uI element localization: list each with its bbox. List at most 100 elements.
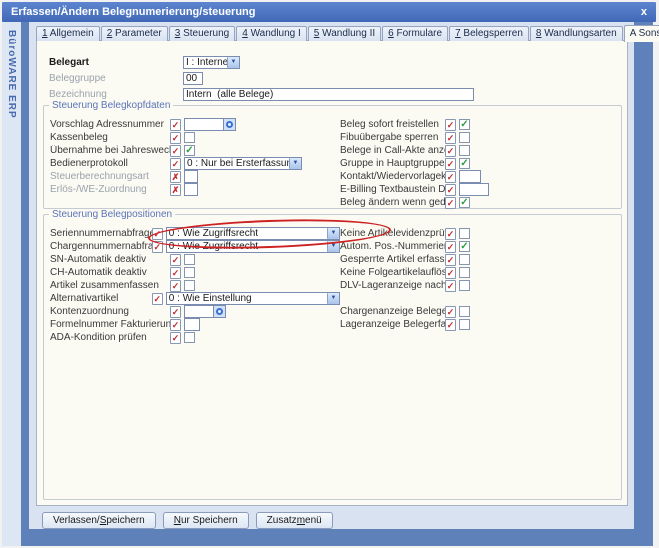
field-row-gesperrte-artikel: Gesperrte Artikel erfassbar ✓ [340,253,621,266]
checkbox[interactable] [459,228,470,239]
doc-check-icon[interactable]: ✓ [445,145,456,157]
chevron-down-icon[interactable]: ▼ [327,293,339,304]
alternativartikel-dropdown[interactable]: 0 : Wie Einstellung ▼ [166,292,340,305]
doc-check-icon[interactable]: ✓ [445,241,456,253]
bedienerprotokoll-dropdown[interactable]: 0 : Nur bei Ersterfassung/Änderung ▼ [184,157,302,170]
doc-check-icon[interactable]: ✓ [445,132,456,144]
doc-check-icon[interactable]: ✓ [152,241,163,253]
window-title: Erfassen/Ändern Belegnumerierung/steueru… [11,6,256,18]
checkbox[interactable]: ✓ [459,241,470,252]
lookup-icon[interactable] [214,305,226,318]
doc-check-icon[interactable]: ✓ [170,158,181,170]
field-label: Autom. Pos.-Nummerierung [340,241,445,252]
kontenzuordnung-input[interactable] [184,305,214,318]
tab-allgemein[interactable]: 1 Allgemein [36,26,100,41]
lookup-icon[interactable] [224,118,236,131]
chevron-down-icon[interactable]: ▼ [227,57,239,68]
checkbox[interactable] [459,306,470,317]
tab-formulare[interactable]: 6 Formulare [382,26,448,41]
erloes-we-input[interactable] [184,183,198,196]
field-label: ADA-Kondition prüfen [50,332,170,343]
doc-check-icon[interactable]: ✓ [445,319,456,331]
doc-check-icon[interactable]: ✓ [445,267,456,279]
doc-check-icon[interactable]: ✓ [170,319,181,331]
nur-speichern-button[interactable]: Nur Speichern [163,512,249,529]
doc-check-icon[interactable]: ✓ [170,332,181,344]
tab-sonstige[interactable]: A Sonstige [624,25,659,42]
checkbox[interactable] [459,132,470,143]
row-spacer [340,292,621,305]
doc-check-icon[interactable]: ✓ [445,184,456,196]
chevron-down-icon[interactable]: ▼ [327,228,339,239]
checkbox[interactable] [184,332,195,343]
bezeichnung-input[interactable] [183,88,474,101]
close-icon[interactable]: x [641,7,647,18]
checkbox[interactable]: ✓ [459,158,470,169]
checkbox[interactable] [184,132,195,143]
tab-wandlung-2[interactable]: 5 Wandlung II [308,26,381,41]
doc-check-icon[interactable]: ✓ [170,254,181,266]
dropdown-value: I : Interner [184,57,227,68]
checkbox[interactable]: ✓ [184,145,195,156]
checkbox[interactable] [459,254,470,265]
zusatzmenu-button[interactable]: Zusatzmenü [256,512,333,529]
tab-wandlungsarten[interactable]: 8 Wandlungsarten [530,26,623,41]
kontakt-kategorie-input[interactable] [459,170,481,183]
chevron-down-icon[interactable]: ▼ [327,241,339,252]
doc-check-icon[interactable]: ✓ [445,306,456,318]
chevron-down-icon[interactable]: ▼ [289,158,301,169]
adressnummer-input[interactable] [184,118,224,131]
checkbox[interactable]: ✓ [459,119,470,130]
checkbox[interactable] [459,319,470,330]
tab-steuerung[interactable]: 3 Steuerung [169,26,236,41]
formelnummer-input[interactable] [184,318,200,331]
doc-check-icon[interactable]: ✓ [170,267,181,279]
tab-belegsperren[interactable]: 7 Belegsperren [449,26,529,41]
button-mnemonic: N [174,515,181,526]
doc-check-icon[interactable]: ✓ [445,197,456,209]
seriennummernabfrage-dropdown[interactable]: 0 : Wie Zugriffsrecht ▼ [166,227,340,240]
field-row-folgeartikel: Keine Folgeartikelauflösung ✓ [340,266,621,279]
checkbox[interactable] [459,267,470,278]
chargennummernabfrage-dropdown[interactable]: 0 : Wie Zugriffsrecht ▼ [166,240,340,253]
checkbox[interactable] [459,280,470,291]
checkbox[interactable]: ✓ [459,197,470,208]
doc-cross-icon[interactable]: ✗ [170,184,181,196]
belegart-dropdown[interactable]: I : Interner ▼ [183,56,240,69]
checkbox[interactable] [184,254,195,265]
doc-check-icon[interactable]: ✓ [170,280,181,292]
field-label: Seriennummernabfrage [50,228,152,239]
doc-check-icon[interactable]: ✓ [445,158,456,170]
field-row-seriennummernabfrage: Seriennummernabfrage ✓ 0 : Wie Zugriffsr… [50,227,340,240]
steuerberechnungsart-input[interactable] [184,170,198,183]
field-label: Belege in Call-Akte anzeigen [340,145,445,156]
doc-check-icon[interactable]: ✓ [445,280,456,292]
doc-check-icon[interactable]: ✓ [170,132,181,144]
doc-check-icon[interactable]: ✓ [170,145,181,157]
field-label: Formelnummer Fakturierung [50,319,170,330]
field-row-artikelevidenz: Keine Artikelevidenzprüfung ✓ [340,227,621,240]
doc-check-icon[interactable]: ✓ [445,171,456,183]
checkbox[interactable] [184,267,195,278]
doc-check-icon[interactable]: ✓ [170,306,181,318]
field-label: Lageranzeige Belegerfassung [340,319,445,330]
kopf-right-column: Beleg sofort freistellen ✓ ✓ Fibuübergab… [340,118,621,209]
doc-check-icon[interactable]: ✓ [152,228,163,240]
beleggruppe-input[interactable] [183,72,203,85]
doc-check-icon[interactable]: ✓ [152,293,163,305]
tab-parameter[interactable]: 2 Parameter [101,26,168,41]
tab-wandlung-1[interactable]: 4 Wandlung I [236,26,307,41]
field-label: Fibuübergabe sperren [340,132,445,143]
doc-check-icon[interactable]: ✓ [445,228,456,240]
doc-check-icon[interactable]: ✓ [445,254,456,266]
button-label: ur Speichern [181,515,238,526]
doc-check-icon[interactable]: ✓ [445,119,456,131]
field-label: Bedienerprotokoll [50,158,170,169]
doc-check-icon[interactable]: ✓ [170,119,181,131]
checkbox[interactable] [184,280,195,291]
ebilling-textbaustein-input[interactable] [459,183,489,196]
checkbox[interactable] [459,145,470,156]
verlassen-speichern-button[interactable]: Verlassen/Speichern [42,512,156,529]
doc-cross-icon[interactable]: ✗ [170,171,181,183]
field-row-belege-call-akte: Belege in Call-Akte anzeigen ✓ [340,144,621,157]
